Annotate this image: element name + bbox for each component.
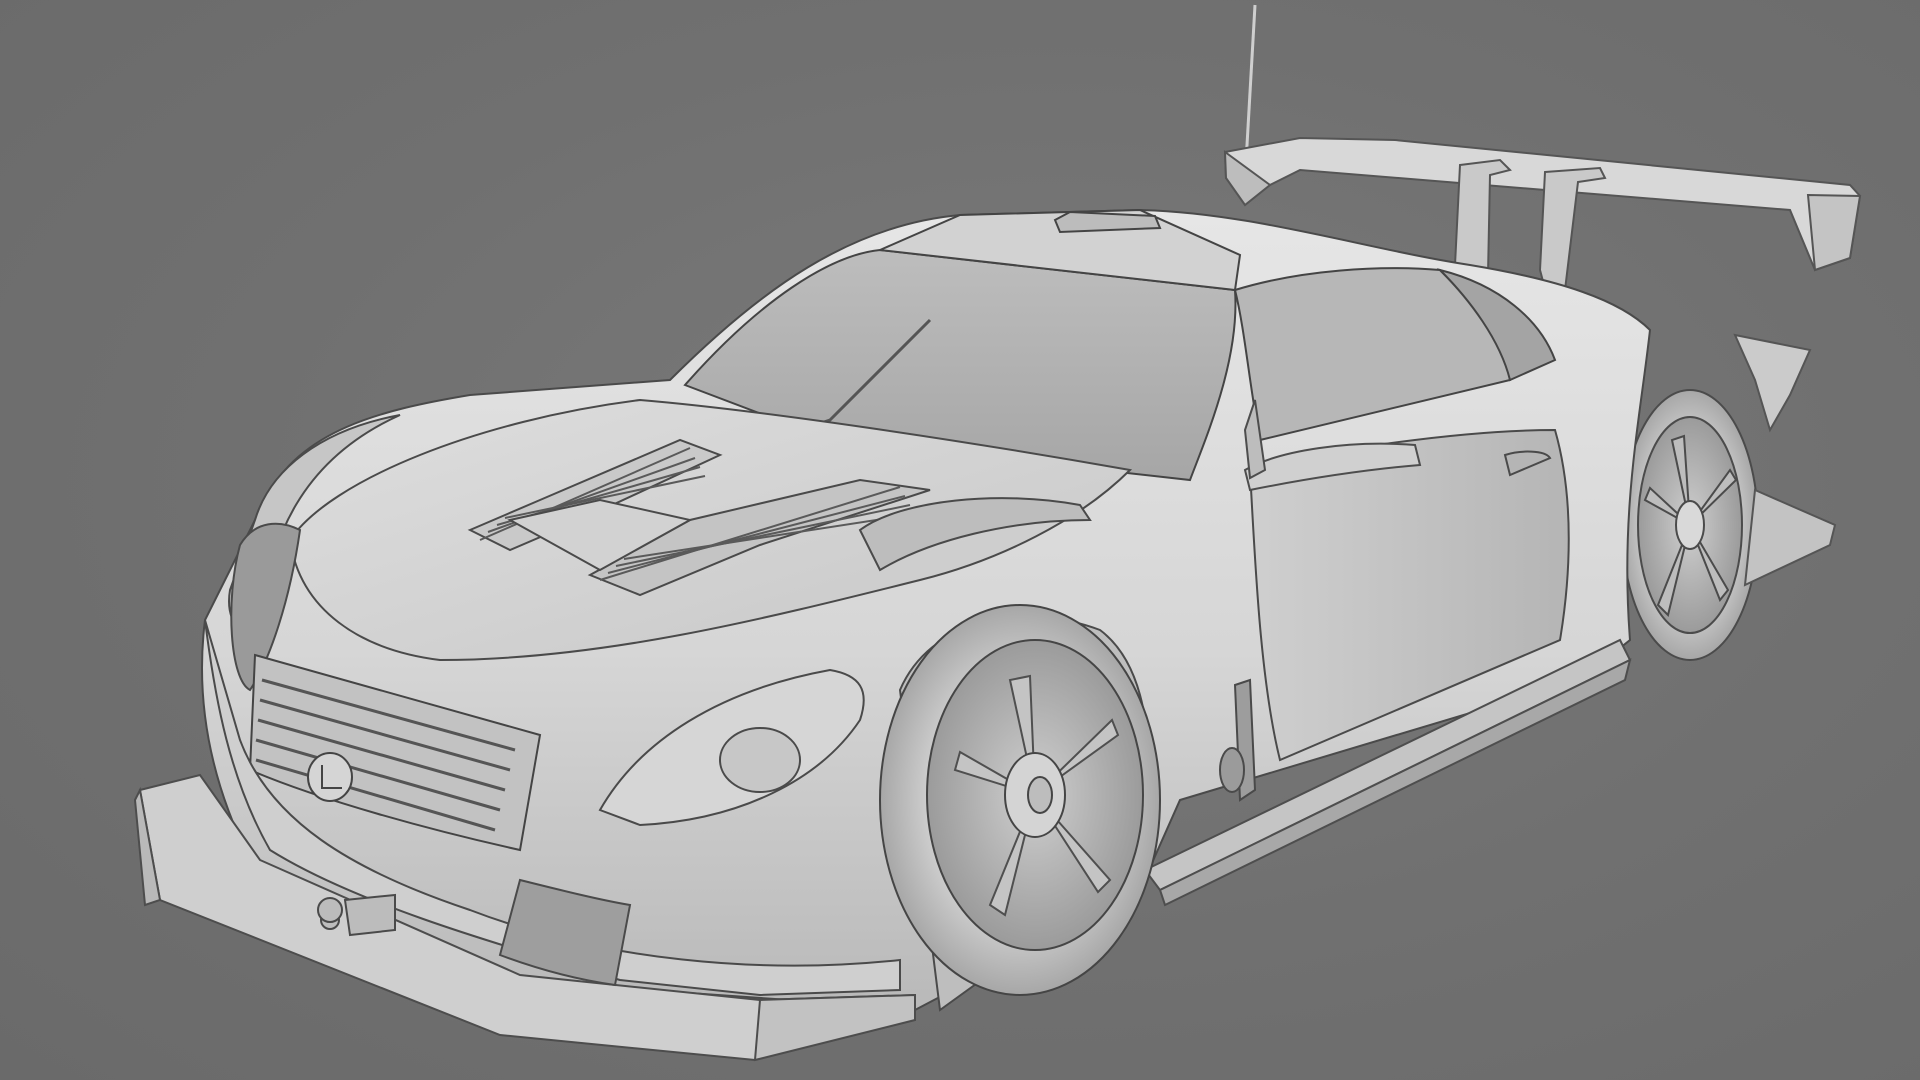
emblem-icon	[307, 752, 353, 802]
car-render	[133, 4, 1862, 1062]
front-wheel	[879, 604, 1161, 996]
viewport-background	[0, 0, 1920, 1080]
rear-wheel	[1621, 389, 1759, 661]
